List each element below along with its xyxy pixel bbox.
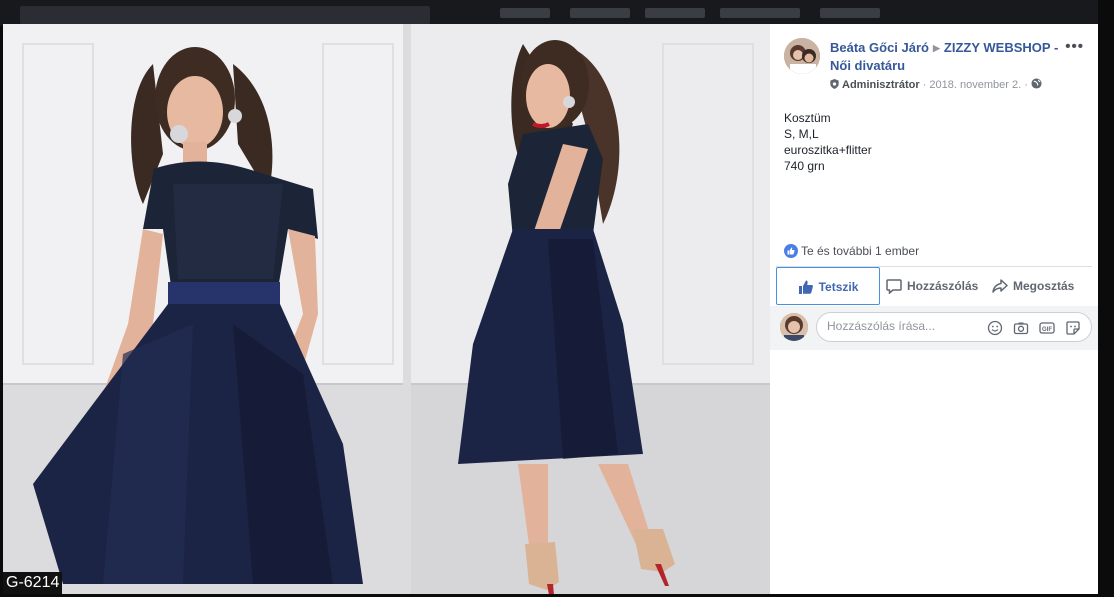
share-label: Megosztás xyxy=(1013,279,1075,293)
admin-role-label: Adminisztrátor xyxy=(842,79,920,91)
like-button[interactable]: Tetszik xyxy=(776,267,880,305)
background-topbar xyxy=(0,0,1114,26)
viewer-avatar xyxy=(780,313,808,341)
comment-label: Hozzászólás xyxy=(907,279,979,293)
like-label: Tetszik xyxy=(818,280,859,294)
emoji-icon[interactable] xyxy=(987,320,1003,336)
post-line: S, M,L xyxy=(784,127,819,141)
post-photo[interactable]: G-6214 xyxy=(3,24,770,594)
globe-icon xyxy=(1031,78,1042,89)
background-nav-item xyxy=(570,8,630,18)
shield-icon xyxy=(830,79,839,89)
sticker-icon[interactable] xyxy=(1065,320,1081,336)
comment-input[interactable] xyxy=(827,319,987,333)
comment-composer: GIF xyxy=(770,306,1098,350)
avatar-image xyxy=(784,38,820,74)
camera-icon[interactable] xyxy=(1013,320,1029,336)
like-reaction-icon xyxy=(784,244,798,258)
comment-input-wrapper: GIF xyxy=(816,312,1092,342)
viewer-avatar-image xyxy=(780,313,808,341)
caret-right-icon: ▶ xyxy=(933,43,940,53)
post-line: 740 grn xyxy=(784,159,825,173)
background-nav-item xyxy=(500,8,550,18)
post-date-link[interactable]: 2018. november 2. xyxy=(929,79,1021,91)
background-nav-item xyxy=(720,8,800,18)
more-options-button[interactable]: ••• xyxy=(1065,38,1084,55)
post-line: euroszitka+flitter xyxy=(784,143,872,157)
comment-icon xyxy=(886,279,902,295)
post-actions-bar: Tetszik Hozzászólás Megosztás xyxy=(776,266,1092,306)
post-body-text: Kosztüm S, M,L euroszitka+flitter 740 gr… xyxy=(784,110,872,174)
post-meta: Adminisztrátor · 2018. november 2. · xyxy=(830,78,1042,91)
meta-separator: · xyxy=(922,79,927,91)
product-code-label: G-6214 xyxy=(3,572,63,594)
overlay-edge xyxy=(1098,0,1114,597)
author-avatar[interactable] xyxy=(784,38,820,74)
meta-separator: · xyxy=(1024,79,1028,91)
share-icon xyxy=(992,279,1008,293)
post-info-panel: Beáta Gőci Járó ▶ ZIZZY WEBSHOP - Női diva… xyxy=(770,24,1098,594)
post-line: Kosztüm xyxy=(784,111,831,125)
reactions-summary[interactable]: Te és további 1 ember xyxy=(784,244,919,258)
comment-button[interactable]: Hozzászólás xyxy=(886,267,978,305)
post-title: Beáta Gőci Járó ▶ ZIZZY WEBSHOP - Női diva… xyxy=(830,39,1080,74)
share-button[interactable]: Megosztás xyxy=(992,267,1074,305)
photo-illustration xyxy=(3,24,770,594)
reactions-text: Te és további 1 ember xyxy=(801,244,920,258)
background-nav-item xyxy=(645,8,705,18)
gif-icon[interactable]: GIF xyxy=(1039,320,1055,336)
background-search-bar xyxy=(20,6,430,24)
author-link[interactable]: Beáta Gőci Járó xyxy=(830,40,929,55)
thumbs-up-icon xyxy=(798,280,813,294)
svg-text:GIF: GIF xyxy=(1042,327,1052,333)
background-nav-item xyxy=(820,8,880,18)
